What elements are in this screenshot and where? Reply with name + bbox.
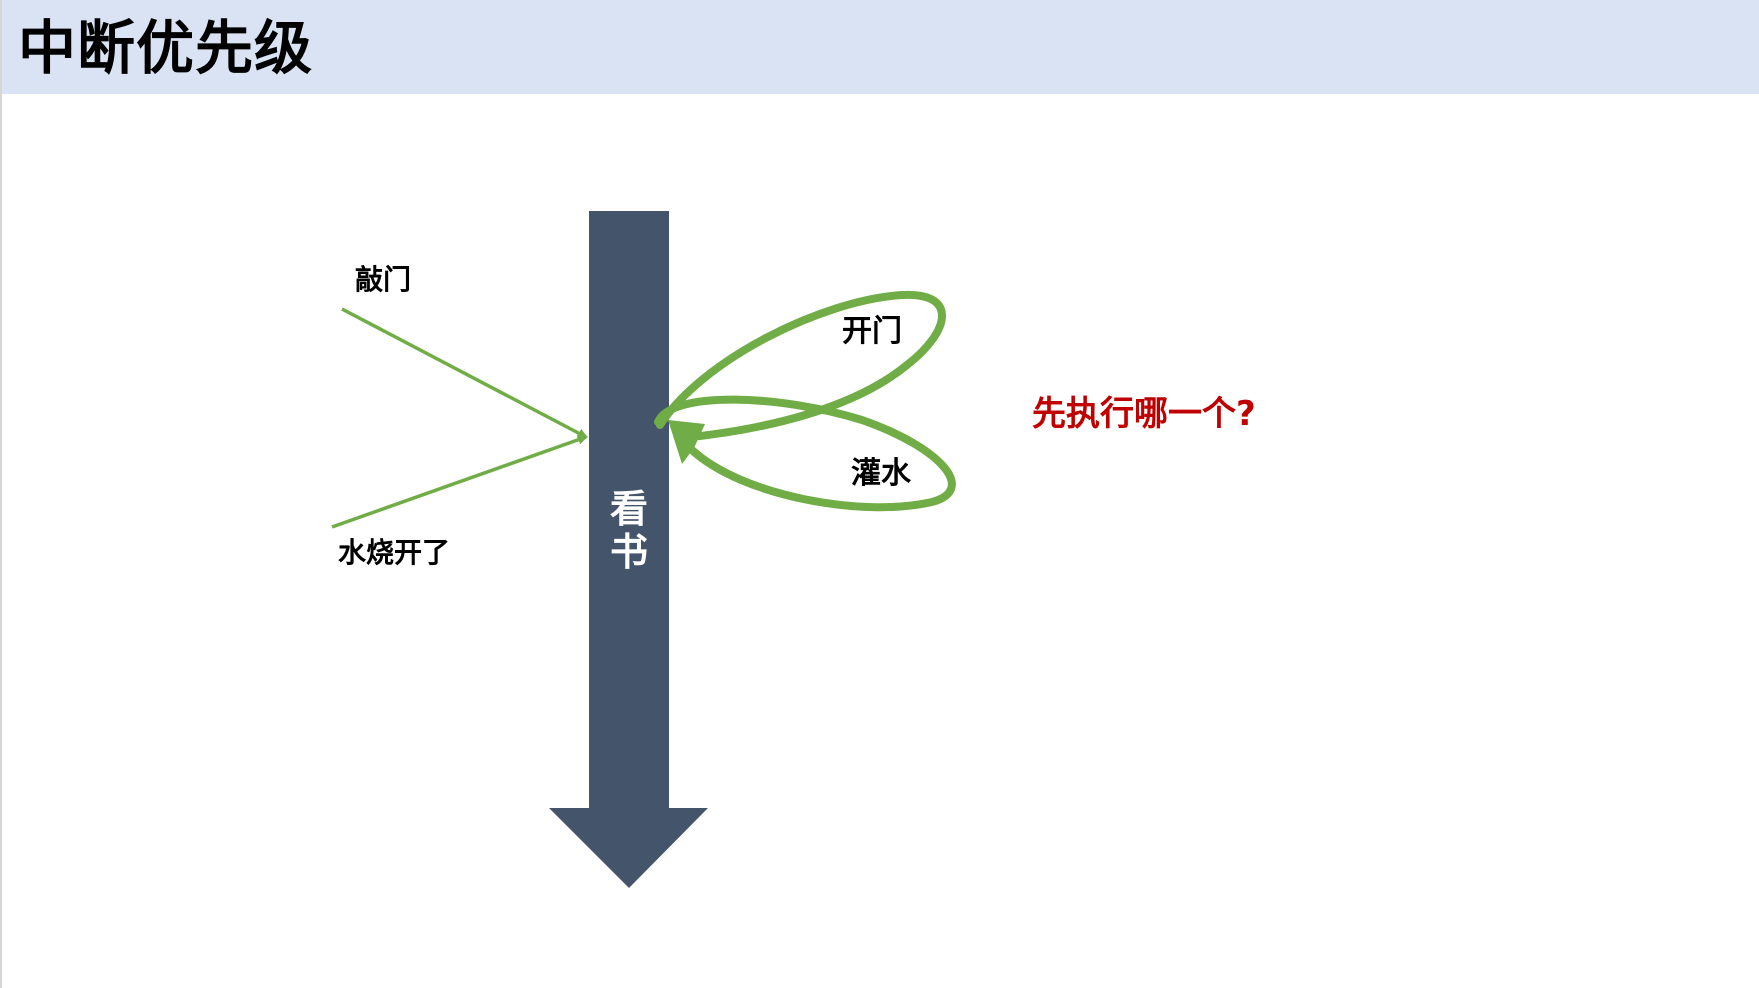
slide: 中断优先级 看 书 敲门 水烧开了 开门 灌水 先执行哪一个? <box>0 0 1759 988</box>
fill-water-label: 灌水 <box>851 456 912 491</box>
priority-question: 先执行哪一个? <box>1032 394 1256 434</box>
main-arrow-label-char-1: 看 <box>610 487 648 531</box>
interrupt-priority-diagram: 看 书 敲门 水烧开了 开门 灌水 先执行哪一个? <box>331 211 1256 888</box>
open-door-label: 开门 <box>842 314 902 349</box>
main-arrow-head <box>549 808 708 888</box>
boil-label: 水烧开了 <box>338 536 450 569</box>
boil-interrupt-line <box>331 434 588 529</box>
knock-label: 敲门 <box>355 263 411 296</box>
main-process-arrow: 看 书 <box>549 211 708 888</box>
knock-interrupt-line <box>341 307 588 439</box>
main-arrow-label-char-2: 书 <box>610 530 648 574</box>
